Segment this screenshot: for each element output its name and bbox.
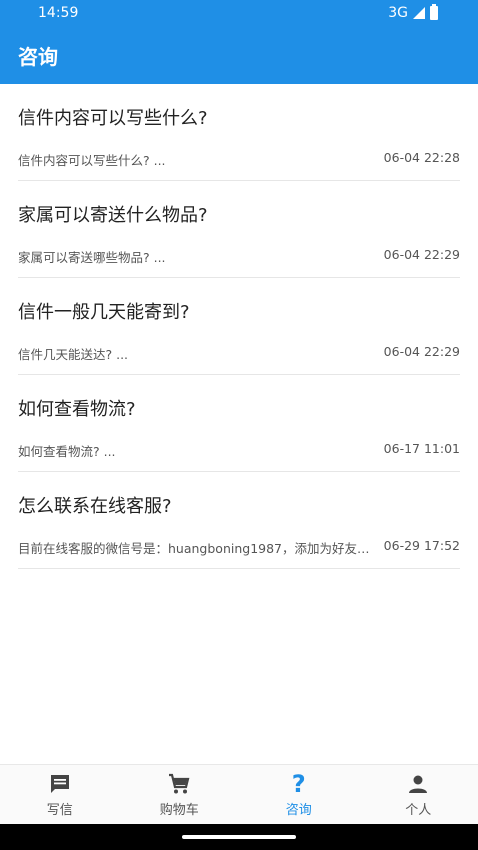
nav-profile[interactable]: 个人 (359, 765, 478, 824)
nav-consult-label: 咨询 (285, 803, 312, 818)
battery-icon (430, 4, 438, 20)
item-time: 06-29 17:52 (383, 538, 460, 553)
item-time: 06-04 22:29 (383, 247, 460, 262)
app-bar: 咨询 (0, 26, 478, 84)
nav-consult[interactable]: ? 咨询 (239, 765, 359, 824)
consult-list: 信件内容可以写些什么? 信件内容可以写些什么? ... 06-04 22:28 … (0, 84, 478, 569)
nav-profile-label: 个人 (405, 803, 432, 818)
page-title: 咨询 (18, 44, 58, 69)
question-icon: ? (291, 770, 306, 798)
item-summary: 如何查看物流? ... (18, 444, 116, 459)
person-icon (405, 771, 431, 797)
nav-write-label: 写信 (46, 803, 73, 818)
home-indicator[interactable] (182, 835, 296, 839)
item-summary: 家属可以寄送哪些物品? ... (18, 250, 166, 265)
item-time: 06-04 22:28 (383, 150, 460, 165)
item-time: 06-04 22:29 (383, 344, 460, 359)
list-item[interactable]: 信件内容可以写些什么? 信件内容可以写些什么? ... 06-04 22:28 (18, 84, 460, 181)
system-nav-bar (0, 824, 478, 850)
list-item[interactable]: 信件一般几天能寄到? 信件几天能送达? ... 06-04 22:29 (18, 278, 460, 375)
item-title: 信件一般几天能寄到? (18, 302, 190, 323)
list-item[interactable]: 怎么联系在线客服? 目前在线客服的微信号是：huangboning1987，添加… (18, 472, 460, 569)
list-item[interactable]: 家属可以寄送什么物品? 家属可以寄送哪些物品? ... 06-04 22:29 (18, 181, 460, 278)
nav-cart[interactable]: 购物车 (120, 765, 240, 824)
nav-write[interactable]: 写信 (0, 765, 120, 824)
list-item[interactable]: 如何查看物流? 如何查看物流? ... 06-17 11:01 (18, 375, 460, 472)
message-icon (47, 771, 73, 797)
item-title: 信件内容可以写些什么? (18, 108, 208, 129)
status-icons: 3G (388, 4, 438, 21)
item-title: 如何查看物流? (18, 399, 136, 420)
network-type: 3G (388, 5, 408, 21)
cart-icon (166, 771, 192, 797)
status-time: 14:59 (38, 5, 79, 21)
item-summary: 信件内容可以写些什么? ... (18, 153, 166, 168)
item-summary: 信件几天能送达? ... (18, 347, 129, 362)
status-bar: 14:59 3G (0, 0, 478, 26)
item-time: 06-17 11:01 (383, 441, 460, 456)
item-title: 家属可以寄送什么物品? (18, 205, 208, 226)
signal-icon (413, 7, 425, 19)
item-title: 怎么联系在线客服? (18, 496, 172, 517)
nav-cart-label: 购物车 (159, 803, 199, 818)
item-summary: 目前在线客服的微信号是：huangboning1987，添加为好友后... (18, 541, 378, 556)
bottom-nav: 写信 购物车 ? 咨询 个人 (0, 764, 478, 824)
